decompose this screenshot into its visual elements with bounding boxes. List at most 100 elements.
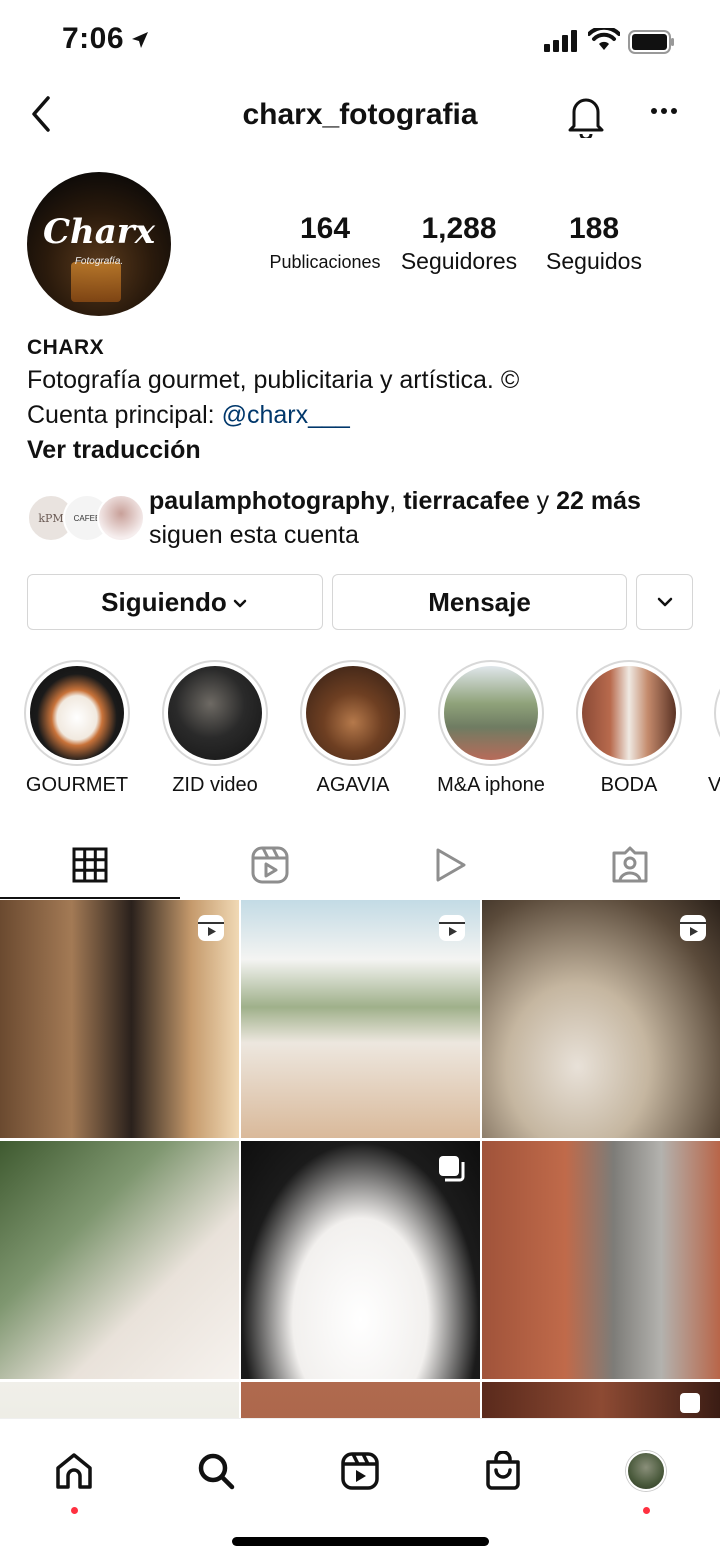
highlight-ring [300, 660, 406, 766]
tagged-person-icon [612, 846, 648, 883]
stat-posts-value: 164 [299, 212, 351, 245]
home-notification-dot [71, 1507, 78, 1514]
bio-main-account-label: Cuenta principal: [27, 401, 222, 429]
profile-bio: CHARX Fotografía gourmet, publicitaria y… [27, 336, 697, 465]
following-button-label: Siguiendo [101, 586, 227, 617]
profile-tabs [0, 830, 720, 900]
reels-icon [251, 846, 289, 884]
follower-name-1: paulamphotography [149, 487, 390, 515]
post-thumbnail[interactable] [0, 1382, 239, 1418]
chevron-down-icon [233, 599, 247, 608]
notification-bell-icon[interactable] [566, 94, 606, 138]
tab-videos[interactable] [360, 830, 540, 900]
bio-account-link[interactable]: @charx___ [222, 401, 350, 429]
highlight-ma-iphone[interactable]: M&A iphone [426, 660, 556, 797]
highlight-image [306, 666, 400, 760]
highlight-label: GOURMET [25, 774, 129, 796]
reel-badge-icon [680, 915, 706, 941]
profile-header: charx_fotografia [0, 80, 720, 152]
nav-reels[interactable] [330, 1441, 390, 1501]
nav-shop[interactable] [473, 1441, 533, 1501]
highlight-label: ZID video [172, 774, 258, 796]
reels-icon [341, 1452, 379, 1490]
post-thumbnail[interactable] [241, 1141, 480, 1379]
highlight-image [168, 666, 262, 760]
wifi-icon [588, 28, 620, 50]
nav-search[interactable] [186, 1441, 246, 1501]
shopping-bag-icon [486, 1451, 520, 1490]
avatar-glass-graphic [71, 262, 121, 302]
stat-followers-label: Seguidores [400, 248, 518, 274]
message-button-label: Mensaje [428, 586, 531, 617]
tab-tagged[interactable] [540, 830, 720, 900]
highlight-label: V [708, 774, 720, 796]
home-indicator [232, 1537, 489, 1546]
highlight-image [582, 666, 676, 760]
follower-and: y [529, 487, 557, 515]
stat-following[interactable]: 188 Seguidos [534, 212, 654, 275]
highlight-label: M&A iphone [437, 774, 545, 796]
follower-more-count: 22 más [556, 487, 641, 515]
highlight-gourmet[interactable]: GOURMET [12, 660, 142, 797]
stat-following-label: Seguidos [546, 248, 642, 274]
battery-icon [628, 30, 674, 54]
stat-followers-value: 1,288 [421, 212, 497, 245]
highlight-partial[interactable]: V [702, 660, 720, 797]
highlight-agavia[interactable]: AGAVIA [288, 660, 418, 797]
highlight-ring [438, 660, 544, 766]
post-thumbnail[interactable] [0, 1141, 239, 1379]
highlight-boda[interactable]: BODA [564, 660, 694, 797]
search-icon [198, 1453, 235, 1490]
highlight-label: AGAVIA [316, 774, 390, 796]
profile-notification-dot [643, 1507, 650, 1514]
status-time: 7:06 [62, 22, 125, 55]
follower-name-2: tierracafee [403, 487, 530, 515]
bio-description: Fotografía gourmet, publicitaria y artís… [27, 366, 520, 394]
header-username: charx_fotografia [242, 98, 478, 131]
post-thumbnail[interactable] [241, 900, 480, 1138]
following-button[interactable]: Siguiendo [27, 574, 323, 630]
bottom-navigation [0, 1418, 720, 1557]
more-options-icon[interactable] [650, 106, 678, 116]
stat-posts-label: Publicaciones [269, 252, 381, 272]
cellular-signal-icon [544, 30, 577, 52]
follower-separator: , [389, 487, 404, 515]
reel-badge-icon [198, 915, 224, 941]
highlight-image [30, 666, 124, 760]
see-translation-link[interactable]: Ver traducción [27, 436, 697, 465]
story-highlights: GOURMET ZID video AGAVIA M&A iphone BODA… [0, 660, 720, 800]
posts-grid [0, 900, 720, 1418]
avatar-logo-subtext: Fotografía. [74, 256, 124, 267]
message-button[interactable]: Mensaje [332, 574, 627, 630]
reel-badge-icon [439, 915, 465, 941]
follower-avatar-3 [97, 494, 145, 542]
stat-following-value: 188 [568, 212, 620, 245]
post-thumbnail[interactable] [482, 1382, 720, 1418]
highlight-label: BODA [600, 774, 658, 796]
followed-by-row[interactable]: kPM CAFEE paulamphotography, tierracafee… [27, 484, 707, 554]
home-icon [56, 1453, 92, 1489]
location-arrow-icon [132, 32, 148, 48]
suggested-accounts-button[interactable] [636, 574, 693, 630]
status-bar: 7:06 [0, 0, 720, 80]
followed-by-text: paulamphotography, tierracafee y 22 más … [149, 484, 641, 552]
profile-avatar[interactable]: Charx Fotografía. [27, 172, 171, 316]
nav-profile[interactable] [616, 1441, 676, 1514]
followed-by-suffix: siguen esta cuenta [149, 521, 359, 549]
highlight-image [444, 666, 538, 760]
stat-posts[interactable]: 164 Publicaciones [264, 212, 386, 273]
tab-reels[interactable] [180, 830, 360, 900]
highlight-zid-video[interactable]: ZID video [150, 660, 280, 797]
post-thumbnail[interactable] [0, 900, 239, 1138]
carousel-badge-icon [439, 1156, 465, 1182]
highlight-ring [24, 660, 130, 766]
play-icon [436, 848, 466, 882]
post-thumbnail[interactable] [482, 1141, 720, 1379]
nav-home[interactable] [44, 1441, 104, 1514]
tab-grid[interactable] [0, 830, 180, 900]
highlight-ring [576, 660, 682, 766]
highlight-ring [162, 660, 268, 766]
post-thumbnail[interactable] [241, 1382, 480, 1418]
stat-followers[interactable]: 1,288 Seguidores [398, 212, 520, 275]
post-thumbnail[interactable] [482, 900, 720, 1138]
